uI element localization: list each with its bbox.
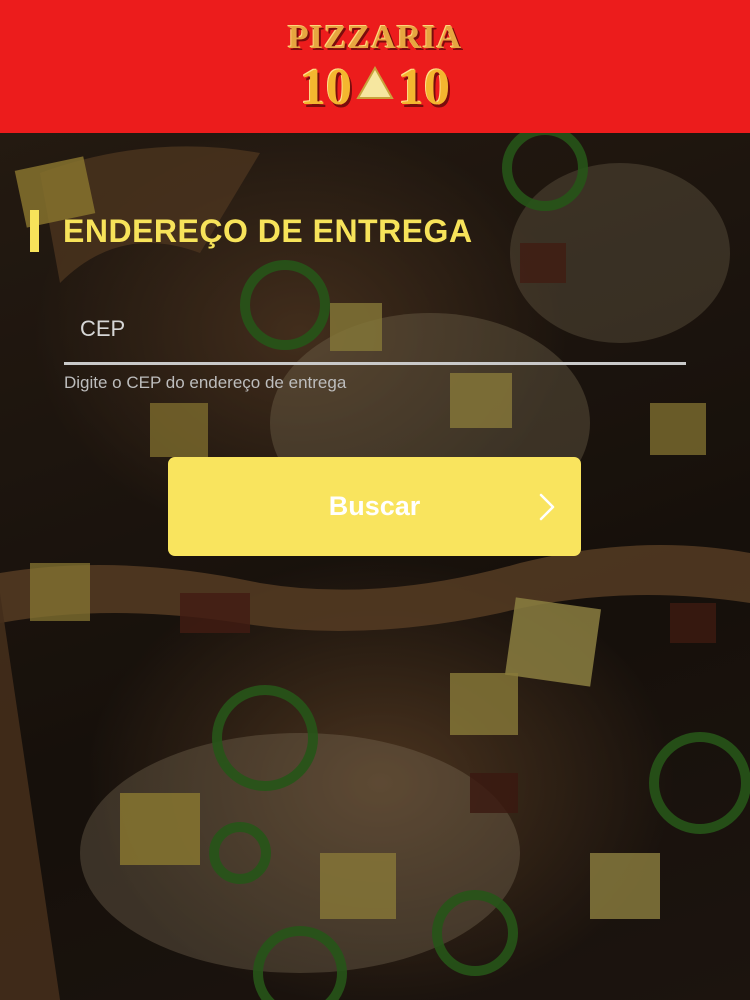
- search-button[interactable]: Buscar: [168, 457, 581, 556]
- search-button-label: Buscar: [328, 491, 421, 521]
- pizzaria-logo: PIZZARIA 10 10: [288, 19, 462, 115]
- logo-wordmark: PIZZARIA: [287, 18, 463, 56]
- chevron-right-icon: [539, 493, 555, 524]
- logo-number-right: 10: [398, 58, 450, 116]
- cep-field-group: Digite o CEP do endereço de entrega: [64, 295, 686, 393]
- section-title: ENDEREÇO DE ENTREGA: [30, 210, 473, 252]
- logo-number-left: 10: [300, 58, 352, 116]
- pizza-background-image: [0, 133, 750, 1000]
- cep-input[interactable]: [64, 295, 686, 365]
- pizza-slice-icon: [356, 65, 394, 105]
- app-header: PIZZARIA 10 10: [0, 0, 750, 133]
- logo-number-row: 10 10: [300, 58, 450, 116]
- background-overlay: [0, 133, 750, 1000]
- title-accent-bar: [30, 210, 39, 252]
- cep-help-text: Digite o CEP do endereço de entrega: [64, 373, 347, 392]
- page-title: ENDEREÇO DE ENTREGA: [63, 212, 473, 249]
